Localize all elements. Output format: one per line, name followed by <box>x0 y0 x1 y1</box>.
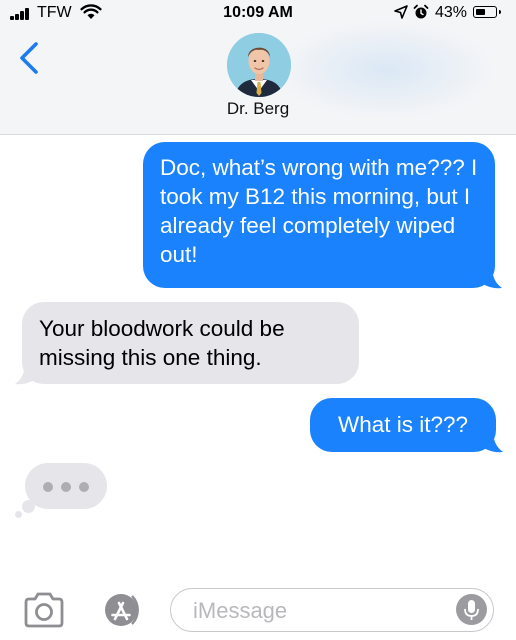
location-arrow-icon <box>394 5 408 19</box>
status-bar: TFW 10:09 AM 43% <box>0 0 516 26</box>
conversation-header: TFW 10:09 AM 43% Dr. Berg <box>0 0 516 135</box>
battery-percentage: 43% <box>435 4 468 21</box>
imessage-input[interactable]: iMessage <box>170 588 494 632</box>
typing-indicator-tail <box>15 511 22 518</box>
microphone-icon <box>464 600 479 620</box>
message-bubble-sent[interactable]: What is it??? <box>310 398 496 452</box>
bubble-tail <box>15 362 39 385</box>
microphone-button[interactable] <box>456 594 487 625</box>
camera-icon[interactable] <box>22 592 66 628</box>
bubble-tail <box>479 430 503 453</box>
contact-avatar[interactable] <box>227 33 291 97</box>
message-text: What is it??? <box>337 412 469 437</box>
typing-dot <box>61 482 71 492</box>
app-store-icon[interactable] <box>96 588 146 632</box>
typing-indicator <box>25 463 107 509</box>
message-text: Your bloodwork could be missing this one… <box>39 316 285 370</box>
battery-icon <box>473 6 501 18</box>
typing-dot <box>79 482 89 492</box>
back-chevron-icon[interactable] <box>14 38 44 78</box>
message-text: Doc, what’s wrong with me??? I took my B… <box>160 155 478 267</box>
message-bubble-received[interactable]: Your bloodwork could be missing this one… <box>22 302 359 384</box>
typing-indicator-tail <box>22 500 35 513</box>
person-photo-icon <box>227 33 291 97</box>
message-bubble-sent[interactable]: Doc, what’s wrong with me??? I took my B… <box>143 142 495 288</box>
contact-name[interactable]: Dr. Berg <box>0 99 516 119</box>
alarm-clock-icon <box>413 4 429 19</box>
bubble-tail <box>478 266 502 289</box>
input-placeholder: iMessage <box>193 598 288 623</box>
typing-dot <box>43 482 53 492</box>
